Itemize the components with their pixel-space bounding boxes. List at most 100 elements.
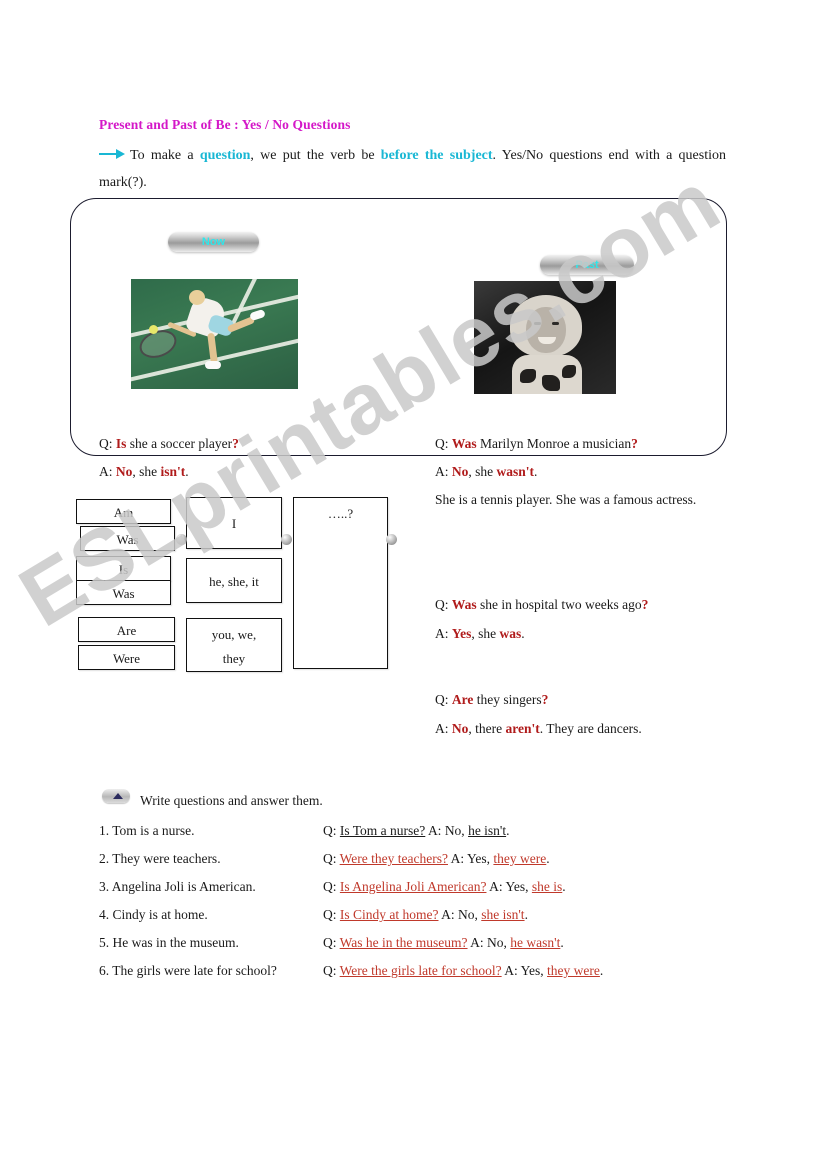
q-label: Q:: [435, 597, 449, 612]
subject-box-you-we-they: you, we, they: [186, 618, 282, 672]
a-end: .: [534, 464, 537, 479]
exercise-prompt: 3. Angelina Joli is American.: [99, 879, 256, 895]
a-end: .: [506, 823, 509, 838]
exercise-answer-row: Q: Is Tom a nurse? A: No, he isn't.: [323, 823, 510, 839]
intro-keyword-question: question: [200, 148, 251, 163]
a-label: A:: [504, 963, 518, 978]
verb-box-was-2-label: Was: [77, 581, 170, 606]
verb-box-are: Are: [78, 617, 175, 642]
extra-question-2: Q: Are they singers?: [435, 690, 548, 710]
a-end: .: [525, 907, 528, 922]
q-label: Q:: [99, 436, 113, 451]
verb-box-am: Am: [76, 499, 171, 524]
q-keyword: Was: [452, 436, 477, 451]
a-end: .: [185, 464, 188, 479]
marilyn-monroe-photo: [474, 281, 616, 394]
a-label: A:: [435, 721, 449, 736]
exercise-prompt: 4. Cindy is at home.: [99, 907, 208, 923]
written-question[interactable]: Were they teachers?: [340, 851, 448, 866]
verb-box-are-label: Are: [79, 618, 174, 643]
example-right-answer: A: No, she wasn't.: [435, 462, 537, 482]
written-question[interactable]: Is Cindy at home?: [340, 907, 439, 922]
a-end: .: [562, 879, 565, 894]
exercise-heading: Write questions and answer them.: [140, 793, 323, 809]
q-label: Q:: [323, 907, 337, 922]
written-answer[interactable]: they were: [547, 963, 600, 978]
subject-box-i-label: I: [187, 498, 281, 550]
q-mark: ?: [631, 436, 638, 451]
question-mark-box-label: …..?: [294, 506, 387, 522]
a-label: A:: [489, 879, 503, 894]
verb-box-were: Were: [78, 645, 175, 670]
q-label: Q:: [435, 436, 449, 451]
a-yesno: Yes,: [467, 851, 490, 866]
tennis-player-photo: [131, 279, 298, 389]
written-answer[interactable]: he isn't: [468, 823, 506, 838]
a-mid: , she: [468, 464, 496, 479]
q-label: Q:: [323, 823, 337, 838]
example-left-answer: A: No, she isn't.: [99, 462, 189, 482]
written-answer[interactable]: she is: [532, 879, 562, 894]
q-label: Q:: [323, 851, 337, 866]
a-keyword-1: No: [116, 464, 133, 479]
written-answer[interactable]: he wasn't: [510, 935, 560, 950]
q-label: Q:: [323, 935, 337, 950]
a-yesno: No,: [487, 935, 507, 950]
written-question[interactable]: Is Tom a nurse?: [340, 823, 425, 838]
a-label: A:: [435, 464, 449, 479]
a-keyword-1: No: [452, 721, 469, 736]
a-end: .: [600, 963, 603, 978]
a-label: A:: [470, 935, 484, 950]
a-keyword-1: No: [452, 464, 469, 479]
a-label: A:: [428, 823, 442, 838]
a-end: .: [521, 626, 524, 641]
exercise-prompt: 1. Tom is a nurse.: [99, 823, 195, 839]
verb-box-were-label: Were: [79, 646, 174, 671]
a-keyword-2: isn't: [161, 464, 186, 479]
triangle-bullet-icon: [102, 789, 130, 803]
written-question[interactable]: Was he in the museum?: [340, 935, 468, 950]
verb-box-was-1-label: Was: [81, 527, 174, 552]
q-label: Q:: [323, 963, 337, 978]
exercise-prompt: 6. The girls were late for school?: [99, 963, 277, 979]
subject-box-he-she-it-label: he, she, it: [187, 559, 281, 604]
connector-bead-3: [386, 534, 397, 545]
written-answer[interactable]: they were: [493, 851, 546, 866]
a-end: .: [546, 851, 549, 866]
verb-box-is: Is: [76, 556, 171, 581]
arrow-right-icon: [99, 144, 125, 170]
verb-box-was-1: Was: [80, 526, 175, 551]
q-keyword: Was: [452, 597, 477, 612]
verb-box-is-label: Is: [77, 557, 170, 582]
a-mid: , she: [132, 464, 160, 479]
extra-answer-2: A: No, there aren't. They are dancers.: [435, 719, 642, 739]
written-answer[interactable]: she isn't: [481, 907, 524, 922]
a-mid: , she: [471, 626, 499, 641]
example-note: She is a tennis player. She was a famous…: [435, 490, 696, 510]
a-yesno: Yes,: [521, 963, 544, 978]
verb-box-am-label: Am: [77, 500, 170, 525]
subject-box-i: I: [186, 497, 282, 549]
a-keyword-2: wasn't: [497, 464, 535, 479]
a-yesno: Yes,: [505, 879, 528, 894]
page-title: Present and Past of Be : Yes / No Questi…: [99, 117, 350, 133]
a-keyword-1: Yes: [452, 626, 472, 641]
written-question[interactable]: Were the girls late for school?: [340, 963, 502, 978]
subject-box-you-we-they-label: you, we, they: [187, 619, 281, 671]
q-keyword: Is: [116, 436, 127, 451]
q-text: Marilyn Monroe a musician: [480, 436, 631, 451]
example-left-question: Q: Is she a soccer player?: [99, 434, 239, 454]
exercise-answer-row: Q: Were the girls late for school? A: Ye…: [323, 963, 603, 979]
exercise-answer-row: Q: Was he in the museum? A: No, he wasn'…: [323, 935, 564, 951]
written-question[interactable]: Is Angelina Joli American?: [340, 879, 487, 894]
label-past: Past: [540, 255, 634, 275]
question-mark-box: …..?: [293, 497, 388, 669]
a-mid: , there: [468, 721, 505, 736]
intro-text-2: , we put the verb be: [250, 148, 380, 163]
subject-box-he-she-it: he, she, it: [186, 558, 282, 603]
q-label: Q:: [435, 692, 449, 707]
q-mark: ?: [542, 692, 549, 707]
exercise-answer-row: Q: Is Angelina Joli American? A: Yes, sh…: [323, 879, 566, 895]
intro-keyword-before-subject: before the subject: [381, 148, 493, 163]
extra-answer-1: A: Yes, she was.: [435, 624, 525, 644]
